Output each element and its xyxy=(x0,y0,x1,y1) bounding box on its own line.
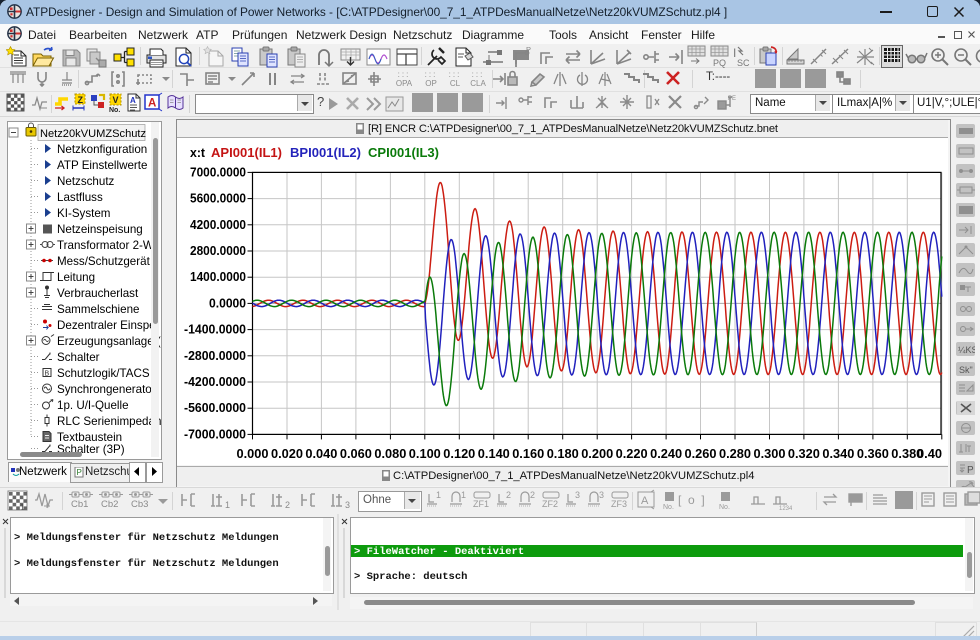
svg-text:0.100: 0.100 xyxy=(409,446,441,461)
svg-text:0.040: 0.040 xyxy=(305,446,337,461)
svg-text:3: 3 xyxy=(575,490,580,500)
svg-text:0.140: 0.140 xyxy=(478,446,510,461)
svg-text:0.40: 0.40 xyxy=(917,446,942,461)
svg-text:1: 1 xyxy=(20,503,25,512)
svg-text:0.060: 0.060 xyxy=(340,446,372,461)
svg-text:2: 2 xyxy=(506,490,511,500)
svg-text:1400.0000: 1400.0000 xyxy=(190,269,246,284)
svg-text:0.020: 0.020 xyxy=(271,446,303,461)
svg-text:0.180: 0.180 xyxy=(547,446,579,461)
svg-text:CPI001(IL3): CPI001(IL3) xyxy=(368,145,439,160)
svg-text:0.260: 0.260 xyxy=(685,446,717,461)
svg-text:-4200.0000: -4200.0000 xyxy=(184,374,246,389)
svg-text:0.120: 0.120 xyxy=(443,446,475,461)
svg-text:0.280: 0.280 xyxy=(719,446,751,461)
svg-text:0.300: 0.300 xyxy=(754,446,786,461)
svg-text:A: A xyxy=(641,495,649,507)
svg-text:Sk": Sk" xyxy=(959,365,973,375)
svg-text:BPI001(IL2): BPI001(IL2) xyxy=(290,145,361,160)
svg-text:0.160: 0.160 xyxy=(512,446,544,461)
svg-text:API001(IL1): API001(IL1) xyxy=(211,145,282,160)
svg-text:P: P xyxy=(967,465,974,475)
svg-text:1: 1 xyxy=(436,490,441,500)
svg-text:0.240: 0.240 xyxy=(650,446,682,461)
svg-text:ZF3: ZF3 xyxy=(611,499,627,509)
svg-text:0.080: 0.080 xyxy=(374,446,406,461)
svg-text:0.340: 0.340 xyxy=(822,446,854,461)
svg-text:7000.0000: 7000.0000 xyxy=(190,164,246,179)
svg-text:1: 1 xyxy=(461,490,466,500)
svg-text:4200.0000: 4200.0000 xyxy=(190,217,246,232)
svg-text:No.: No. xyxy=(663,504,674,511)
svg-text:0.0000: 0.0000 xyxy=(209,295,246,310)
svg-text:0.200: 0.200 xyxy=(581,446,613,461)
svg-text:ZF2: ZF2 xyxy=(542,499,558,509)
svg-text:ZF1: ZF1 xyxy=(473,499,489,509)
svg-text:-5600.0000: -5600.0000 xyxy=(184,400,246,415)
svg-text:No.: No. xyxy=(719,504,730,511)
svg-text:0.220: 0.220 xyxy=(616,446,648,461)
svg-text:2800.0000: 2800.0000 xyxy=(190,243,246,258)
svg-text:x:t: x:t xyxy=(190,145,206,160)
svg-text:¼KS: ¼KS xyxy=(958,345,975,355)
svg-text:-2800.0000: -2800.0000 xyxy=(184,348,246,363)
svg-text:0.360: 0.360 xyxy=(857,446,889,461)
svg-text:1234: 1234 xyxy=(779,506,792,512)
svg-text:5600.0000: 5600.0000 xyxy=(190,191,246,206)
svg-text:0.000: 0.000 xyxy=(237,446,269,461)
svg-text:-7000.0000: -7000.0000 xyxy=(184,426,246,441)
svg-text:2: 2 xyxy=(530,490,535,500)
svg-text:3: 3 xyxy=(599,490,604,500)
svg-text:0.320: 0.320 xyxy=(788,446,820,461)
svg-text:-1400.0000: -1400.0000 xyxy=(184,322,246,337)
